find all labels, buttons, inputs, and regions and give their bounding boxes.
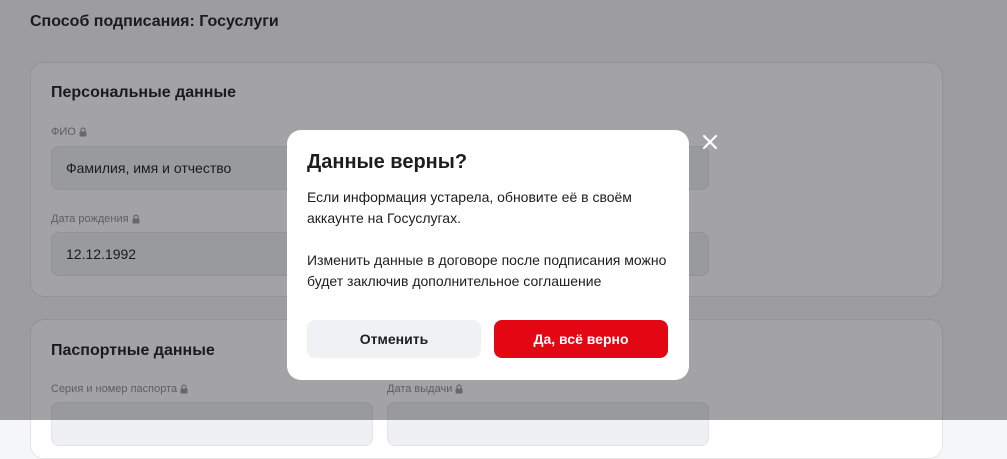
- cancel-button[interactable]: Отменить: [307, 320, 481, 358]
- dialog-title: Данные верны?: [307, 151, 468, 173]
- dialog-text-agreement: Изменить данные в договоре после подписа…: [307, 252, 667, 289]
- confirm-button[interactable]: Да, всё верно: [494, 320, 668, 358]
- close-icon: [702, 134, 718, 150]
- confirm-dialog: Данные верны? Если информация устарела, …: [287, 130, 689, 380]
- dialog-text-update: Если информация устарела, обновите её в …: [307, 189, 632, 226]
- close-button[interactable]: [699, 131, 721, 153]
